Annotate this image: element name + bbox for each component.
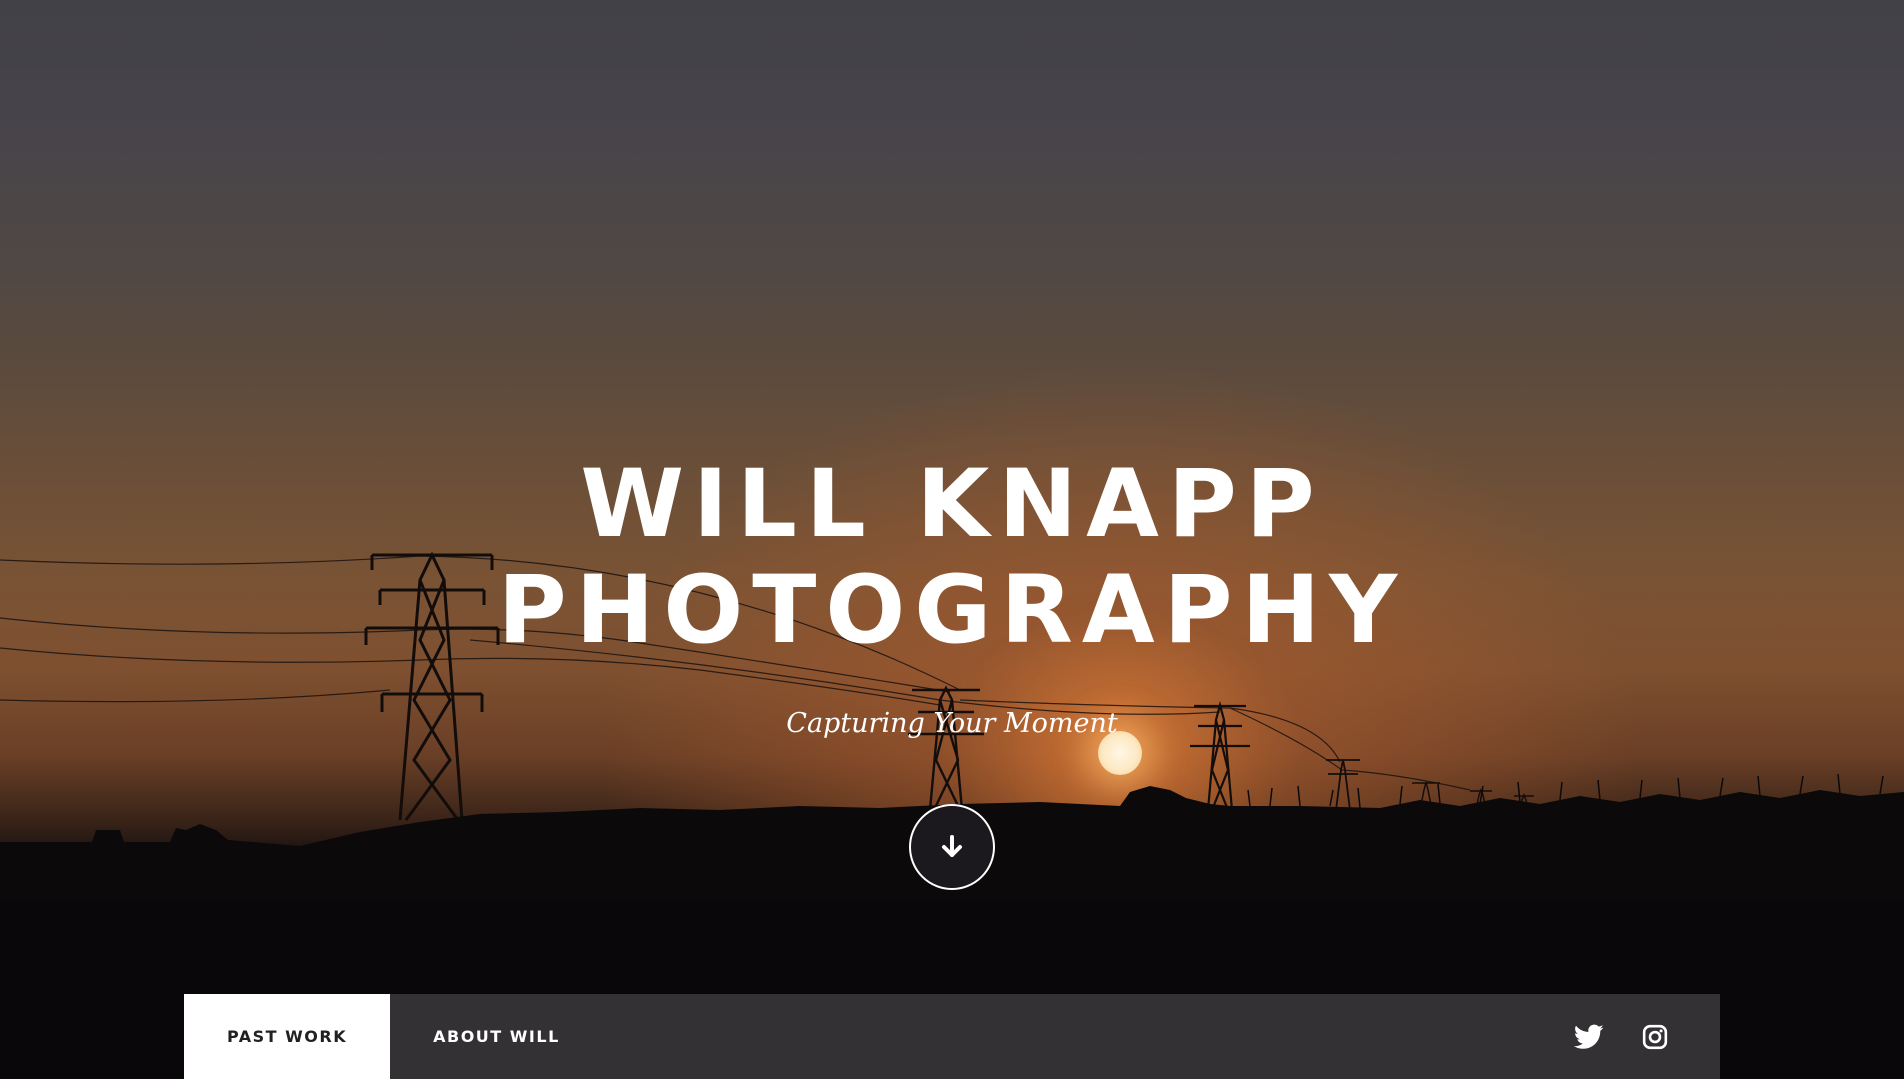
main-navigation: PAST WORK ABOUT WILL [184, 994, 1720, 1079]
site-title-line-1: WILL KNAPP [580, 450, 1324, 559]
hero-section: WILL KNAPP PHOTOGRAPHY Capturing Your Mo… [0, 0, 1904, 1079]
twitter-icon[interactable] [1574, 1022, 1604, 1052]
site-title-line-2: PHOTOGRAPHY [497, 556, 1407, 665]
instagram-icon[interactable] [1640, 1022, 1670, 1052]
tagline: Capturing Your Moment [786, 708, 1118, 739]
nav-item-past-work[interactable]: PAST WORK [184, 994, 391, 1079]
site-title: WILL KNAPP PHOTOGRAPHY [0, 452, 1904, 664]
scroll-down-button[interactable] [909, 804, 995, 890]
arrow-down-icon [942, 835, 962, 857]
hero-content: WILL KNAPP PHOTOGRAPHY Capturing Your Mo… [0, 452, 1904, 740]
social-links [1574, 1022, 1720, 1052]
nav-item-about-will[interactable]: ABOUT WILL [390, 994, 603, 1079]
